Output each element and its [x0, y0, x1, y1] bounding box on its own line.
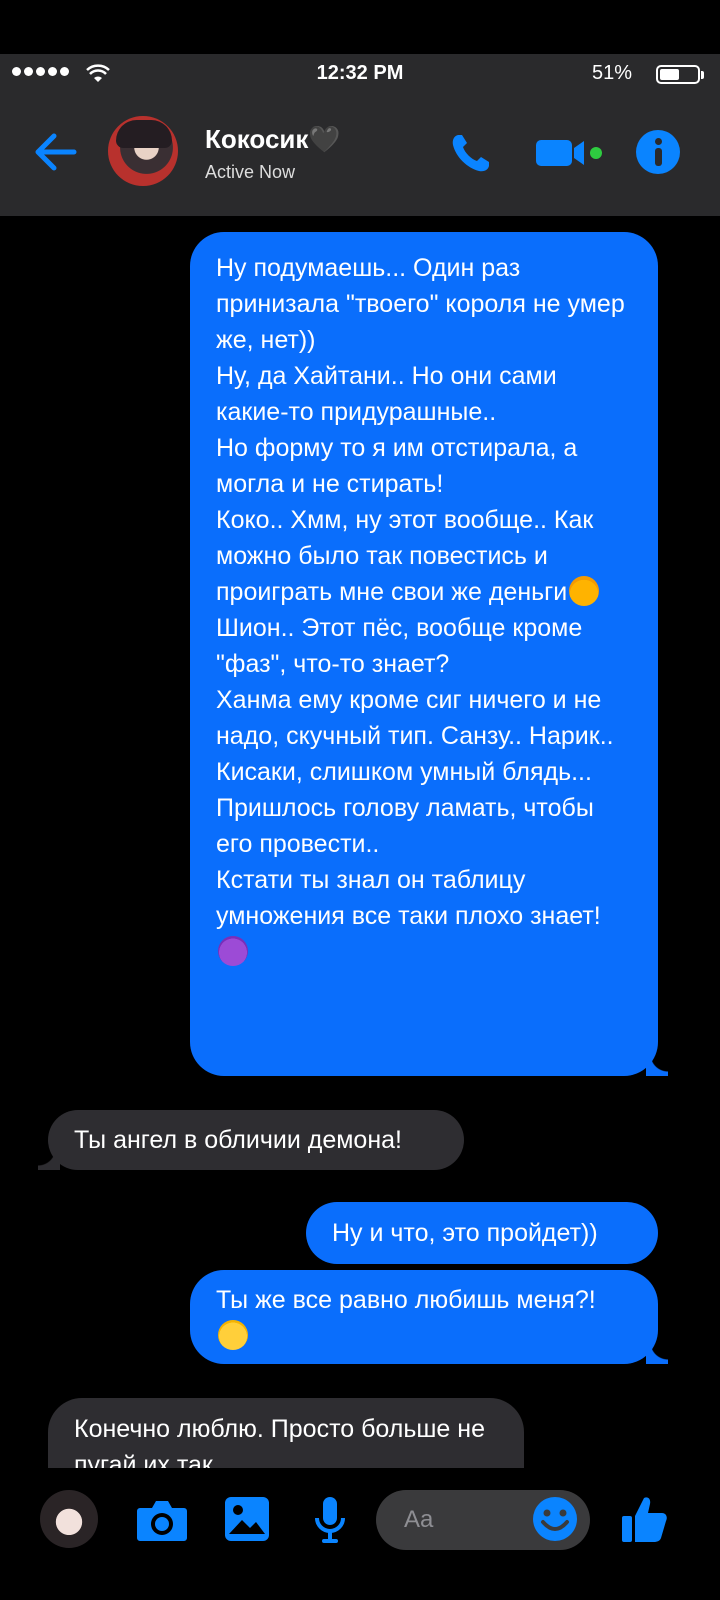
message-text: Ну подумаешь... Один раз принизала "твое… [216, 254, 625, 606]
back-arrow-icon[interactable] [34, 132, 78, 172]
smile-icon[interactable] [532, 1496, 578, 1542]
outgoing-message[interactable]: Ты же все равно любишь меня?! [190, 1270, 668, 1364]
contact-status: Active Now [205, 162, 296, 182]
status-bar: 12:32 PM 51% [0, 54, 720, 94]
online-indicator [590, 147, 602, 159]
message-list[interactable]: Ну подумаешь... Один раз принизала "твое… [0, 216, 720, 1498]
battery-percent: 51% [591, 62, 632, 84]
user-avatar[interactable] [40, 1490, 98, 1548]
outgoing-message[interactable]: Ну и что, это пройдет)) [306, 1202, 658, 1264]
message-text: Ты же все равно любишь меня?! [216, 1286, 596, 1314]
camera-icon[interactable] [136, 1498, 188, 1542]
phone-icon[interactable] [450, 132, 492, 174]
video-icon[interactable] [536, 138, 590, 168]
outgoing-message[interactable]: Ну подумаешь... Один раз принизала "твое… [190, 232, 668, 1076]
pleading-face-emoji [218, 1320, 248, 1350]
contact-name[interactable]: Кокосик🖤 [205, 124, 341, 155]
message-text: Шион.. Этот пёс, вообще кроме "фаз", что… [216, 614, 614, 930]
smiling-devil-emoji [218, 936, 248, 966]
microphone-icon[interactable] [314, 1496, 346, 1544]
composer-bar [0, 1468, 720, 1600]
contact-avatar[interactable] [108, 116, 178, 186]
incoming-message[interactable]: Ты ангел в обличии демона! [38, 1110, 464, 1170]
message-text: Ты ангел в обличии демона! [74, 1126, 402, 1154]
battery-icon [656, 65, 704, 84]
rolling-laughing-emoji [569, 576, 600, 606]
image-icon[interactable] [224, 1496, 270, 1542]
chat-header: Кокосик🖤 Active Now [0, 94, 720, 216]
top-blank-area [0, 0, 720, 54]
thumbs-up-icon[interactable] [620, 1494, 668, 1544]
message-input[interactable] [404, 1504, 524, 1536]
message-text: Ну и что, это пройдет)) [332, 1219, 598, 1247]
info-icon[interactable] [636, 130, 680, 174]
